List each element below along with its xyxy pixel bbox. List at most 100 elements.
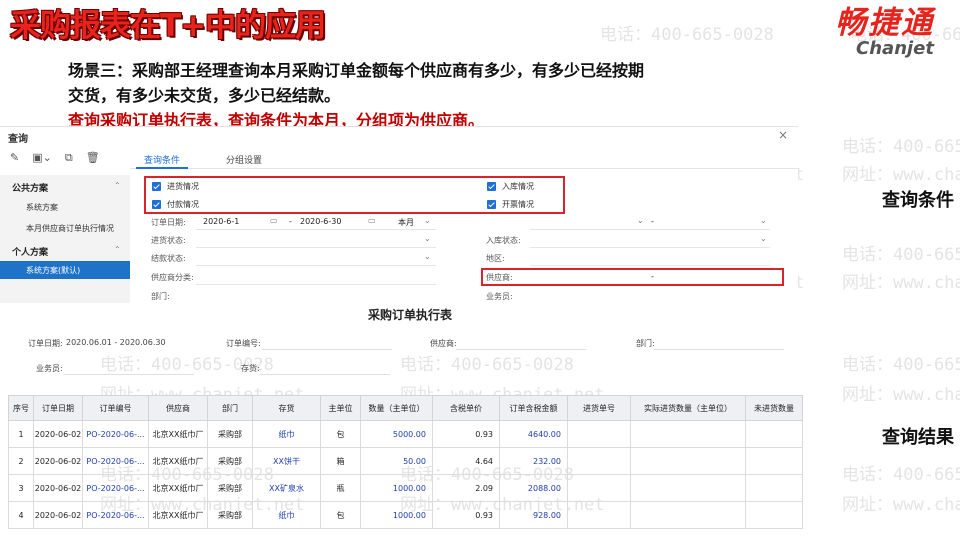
chevron-up-icon[interactable]: ⌃ bbox=[114, 181, 121, 190]
calendar-icon[interactable]: ▭ bbox=[270, 216, 278, 225]
table-cell[interactable]: 2088.00 bbox=[499, 474, 568, 502]
slide-title: 采购报表在T+中的应用 bbox=[10, 8, 326, 44]
table-cell: 1 bbox=[8, 420, 34, 448]
meta-underline bbox=[262, 349, 392, 350]
table-cell: 2020-06-02 bbox=[33, 501, 83, 529]
table-cell[interactable]: XX饼干 bbox=[252, 447, 321, 475]
region-label: 地区: bbox=[486, 254, 505, 263]
save-icon[interactable]: ▣⌄ bbox=[32, 151, 52, 165]
date-period-select[interactable]: 本月 bbox=[398, 217, 414, 228]
meta-underline bbox=[456, 349, 586, 350]
meta-stock-label: 存货: bbox=[241, 364, 260, 373]
table-cell[interactable]: XX矿泉水 bbox=[252, 474, 321, 502]
personal-schemes-header[interactable]: 个人方案 bbox=[12, 245, 48, 258]
chevron-down-icon[interactable]: ⌄ bbox=[424, 234, 431, 243]
table-cell[interactable]: 纸巾 bbox=[252, 501, 321, 529]
scheme-item-selected[interactable]: 系统方案(默认) bbox=[0, 261, 130, 279]
table-cell bbox=[567, 420, 631, 448]
copy-icon[interactable]: ⧉ bbox=[65, 151, 73, 165]
column-header[interactable]: 实际进货数量（主单位） bbox=[630, 395, 746, 421]
chevron-down-icon[interactable]: ⌄ bbox=[760, 234, 767, 243]
column-header[interactable]: 序号 bbox=[8, 395, 34, 421]
watermark-phone: 电话：400-665-0028 bbox=[842, 355, 960, 375]
column-header[interactable]: 主单位 bbox=[320, 395, 361, 421]
table-row[interactable]: 4 2020-06-02 PO-2020-06-... 北京XX纸巾厂 采购部 纸巾包 10… bbox=[8, 501, 803, 529]
public-schemes-header[interactable]: 公共方案 bbox=[12, 181, 48, 194]
table-cell[interactable]: PO-2020-06-... bbox=[82, 420, 149, 448]
table-cell[interactable]: PO-2020-06-... bbox=[82, 474, 149, 502]
table-row[interactable]: 1 2020-06-02 PO-2020-06-... 北京XX纸巾厂 采购部 纸巾包 50… bbox=[8, 420, 803, 448]
table-cell[interactable]: 纸巾 bbox=[252, 420, 321, 448]
supplier-category-label: 供应商分类: bbox=[151, 273, 194, 282]
chevron-down-icon[interactable]: ⌄ bbox=[760, 216, 767, 225]
scenario-description: 场景三：采购部王经理查询本月采购订单金额每个供应商有多少，有多少已经按期 交货，… bbox=[68, 58, 848, 133]
query-dialog: 查询 × ✎ ▣⌄ ⧉ 🗑 查询条件 分组设置 公共方案 ⌃ 系统方案 本月供应… bbox=[0, 126, 798, 303]
column-header[interactable]: 订单日期 bbox=[33, 395, 83, 421]
order-date-separator: - bbox=[289, 217, 292, 226]
watermark-phone: 电话：400-665-0028 bbox=[842, 465, 960, 485]
chevron-down-icon[interactable]: ⌄ bbox=[424, 216, 431, 225]
tab-group-settings[interactable]: 分组设置 bbox=[226, 153, 262, 166]
watermark-phone: 电话：400-665-0028 bbox=[842, 245, 960, 265]
meta-dept-label: 部门: bbox=[636, 339, 655, 348]
chevron-down-icon[interactable]: ⌄ bbox=[637, 216, 644, 225]
meta-supplier-label: 供应商: bbox=[430, 339, 457, 348]
meta-order-no-label: 订单编号: bbox=[226, 339, 261, 348]
table-cell: 2020-06-02 bbox=[33, 474, 83, 502]
table-cell[interactable]: PO-2020-06-... bbox=[82, 501, 149, 529]
scheme-item-system[interactable]: 系统方案 bbox=[26, 202, 58, 213]
chevron-down-icon[interactable]: ⌄ bbox=[424, 252, 431, 261]
table-cell: 4 bbox=[8, 501, 34, 529]
table-cell bbox=[745, 420, 803, 448]
column-header[interactable]: 未进货数量 bbox=[745, 395, 803, 421]
scheme-item-monthly-supplier[interactable]: 本月供应商订单执行情况 bbox=[26, 223, 114, 234]
query-dialog-title: 查询 bbox=[8, 134, 28, 145]
table-row[interactable]: 2 2020-06-02 PO-2020-06-... 北京XX纸巾厂 采购部 XX饼干箱… bbox=[8, 447, 803, 475]
table-cell: 北京XX纸巾厂 bbox=[148, 420, 208, 448]
table-cell: 采购部 bbox=[207, 501, 253, 529]
table-cell: 瓶 bbox=[320, 474, 361, 502]
table-cell[interactable]: 5000.00 bbox=[360, 420, 433, 448]
column-header[interactable]: 数量（主单位） bbox=[360, 395, 433, 421]
table-cell[interactable]: PO-2020-06-... bbox=[82, 447, 149, 475]
table-header-row: 序号 订单日期 订单编号 供应商 部门 存货 主单位 数量（主单位） 含税单价 订单含税金额 进货单… bbox=[8, 395, 803, 421]
table-cell: 0.93 bbox=[432, 501, 500, 529]
calendar-icon[interactable]: ▭ bbox=[368, 216, 376, 225]
field-underline bbox=[196, 265, 436, 266]
logo-english: Chanjet bbox=[856, 38, 934, 59]
table-cell bbox=[567, 474, 631, 502]
column-header[interactable]: 含税单价 bbox=[432, 395, 500, 421]
watermark-phone: 电话：400-665-0028 bbox=[400, 355, 574, 375]
purchase-order-execution-table: 序号 订单日期 订单编号 供应商 部门 存货 主单位 数量（主单位） 含税单价 订单含税金额 进货单… bbox=[8, 395, 803, 529]
column-header[interactable]: 订单编号 bbox=[82, 395, 149, 421]
table-cell[interactable]: 4640.00 bbox=[499, 420, 568, 448]
watermark-site: 网址：www.chanjet.net bbox=[842, 385, 960, 405]
table-cell[interactable]: 1000.00 bbox=[360, 474, 433, 502]
column-header[interactable]: 进货单号 bbox=[567, 395, 631, 421]
table-cell bbox=[745, 447, 803, 475]
table-cell[interactable]: 50.00 bbox=[360, 447, 433, 475]
scenario-line-1: 场景三：采购部王经理查询本月采购订单金额每个供应商有多少，有多少已经按期 bbox=[68, 61, 645, 80]
meta-underline bbox=[654, 349, 784, 350]
column-header[interactable]: 订单含税金额 bbox=[499, 395, 568, 421]
meta-underline bbox=[64, 374, 194, 375]
column-header[interactable]: 部门 bbox=[207, 395, 253, 421]
table-cell[interactable]: 1000.00 bbox=[360, 501, 433, 529]
delete-icon[interactable]: 🗑 bbox=[86, 151, 100, 165]
field-underline bbox=[196, 247, 436, 248]
tab-query-conditions[interactable]: 查询条件 bbox=[144, 153, 180, 166]
column-header[interactable]: 供应商 bbox=[148, 395, 208, 421]
table-row[interactable]: 3 2020-06-02 PO-2020-06-... 北京XX纸巾厂 采购部 XX矿泉水… bbox=[8, 474, 803, 502]
table-cell bbox=[630, 447, 746, 475]
column-header[interactable]: 存货 bbox=[252, 395, 321, 421]
field-underline bbox=[196, 229, 436, 230]
table-cell: 2020-06-02 bbox=[33, 420, 83, 448]
order-date-to[interactable]: 2020-6-30 bbox=[300, 217, 341, 226]
table-cell[interactable]: 928.00 bbox=[499, 501, 568, 529]
order-date-from[interactable]: 2020-6-1 bbox=[203, 217, 239, 226]
chevron-up-icon[interactable]: ⌃ bbox=[114, 245, 121, 254]
edit-icon[interactable]: ✎ bbox=[10, 151, 19, 165]
query-tabs: 查询条件 分组设置 bbox=[130, 151, 798, 169]
table-cell[interactable]: 232.00 bbox=[499, 447, 568, 475]
close-icon[interactable]: × bbox=[778, 128, 788, 142]
